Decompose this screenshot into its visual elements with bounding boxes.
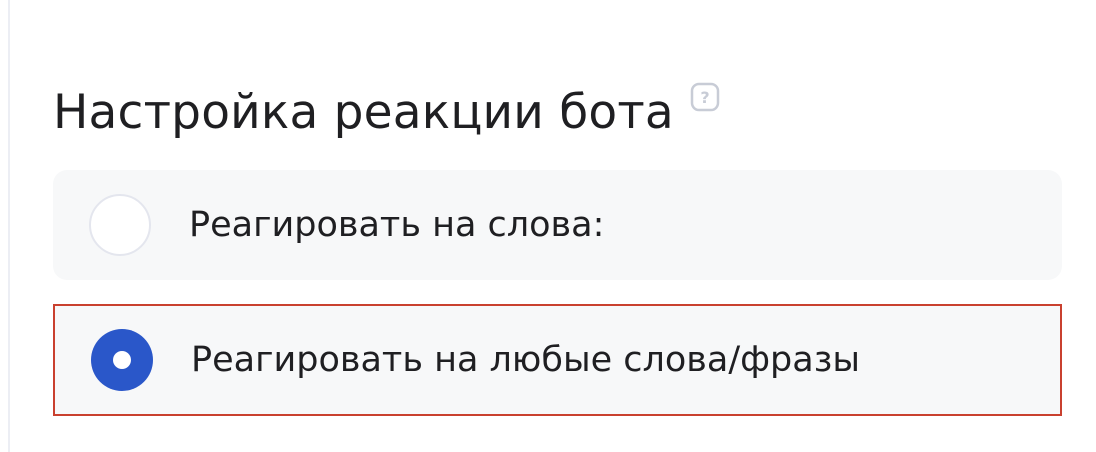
radio-option-label: Реагировать на любые слова/фразы — [191, 340, 860, 380]
radio-button-checked[interactable] — [91, 329, 153, 391]
radio-option-react-to-words[interactable]: Реагировать на слова: — [53, 170, 1062, 280]
radio-button-unchecked[interactable] — [89, 194, 151, 256]
bot-reaction-settings: Настройка реакции бота ? Реагировать на … — [53, 0, 1062, 452]
radio-option-label: Реагировать на слова: — [189, 205, 605, 245]
panel-divider — [8, 0, 10, 452]
question-mark-icon[interactable]: ? — [690, 82, 720, 112]
radio-option-react-to-any-phrases[interactable]: Реагировать на любые слова/фразы — [53, 304, 1062, 416]
radio-dot-icon — [113, 351, 131, 369]
svg-text:?: ? — [700, 88, 709, 107]
section-header: Настройка реакции бота ? — [53, 80, 720, 144]
section-title: Настройка реакции бота — [53, 84, 674, 140]
